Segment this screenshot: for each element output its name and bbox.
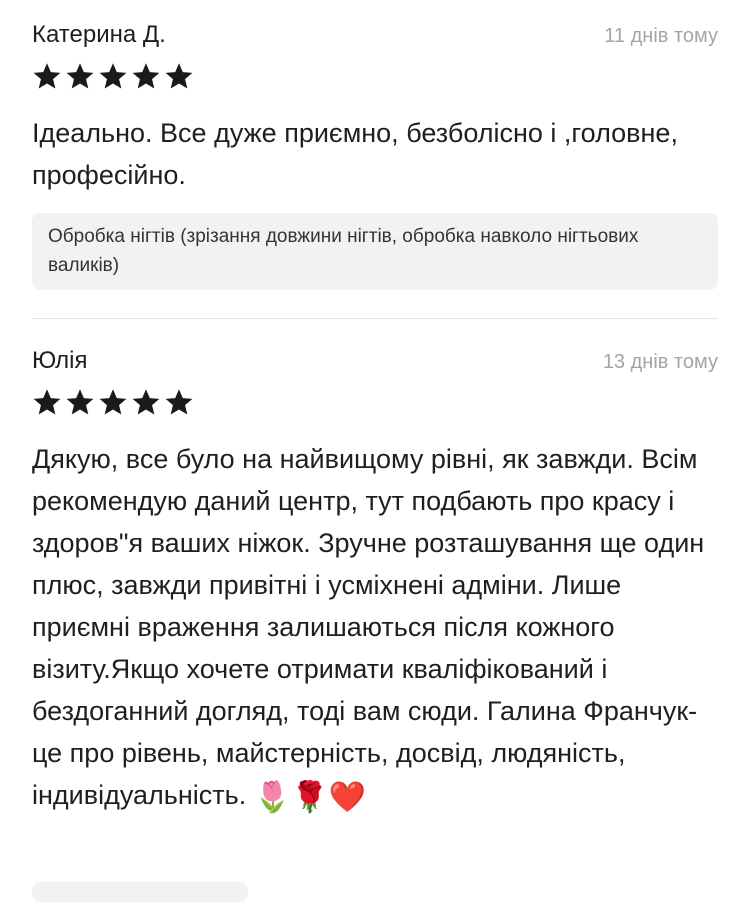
- star-icon: [32, 387, 62, 417]
- review-header: Катерина Д. 11 днів тому: [32, 18, 718, 52]
- review-emojis: 🌷🌹❤️: [253, 781, 366, 814]
- service-tag[interactable]: [32, 882, 248, 902]
- star-rating: [32, 386, 718, 418]
- star-rating: [32, 60, 718, 92]
- review-date: 13 днів тому: [602, 351, 718, 373]
- star-icon: [65, 387, 95, 417]
- review-card: Юлія 13 днів тому Дякую, все було на най…: [32, 344, 718, 816]
- review-divider: [32, 318, 718, 319]
- review-text: Дякую, все було на найвищому рівні, як з…: [32, 444, 705, 810]
- star-icon: [32, 61, 62, 91]
- star-icon: [65, 61, 95, 91]
- star-icon: [164, 387, 194, 417]
- review-author: Юлія: [32, 347, 88, 374]
- review-text: Ідеально. Все дуже приємно, безболісно і…: [32, 118, 678, 190]
- star-icon: [131, 61, 161, 91]
- star-icon: [98, 387, 128, 417]
- star-icon: [98, 61, 128, 91]
- star-icon: [164, 61, 194, 91]
- review-card: Катерина Д. 11 днів тому Ідеально. Все д…: [32, 18, 718, 290]
- review-author: Катерина Д.: [32, 21, 166, 48]
- review-date: 11 днів тому: [604, 25, 718, 47]
- service-tag[interactable]: Обробка нігтів (зрізання довжини нігтів,…: [32, 213, 718, 290]
- star-icon: [131, 387, 161, 417]
- review-text-container: Дякую, все було на найвищому рівні, як з…: [32, 438, 718, 816]
- review-header: Юлія 13 днів тому: [32, 344, 718, 378]
